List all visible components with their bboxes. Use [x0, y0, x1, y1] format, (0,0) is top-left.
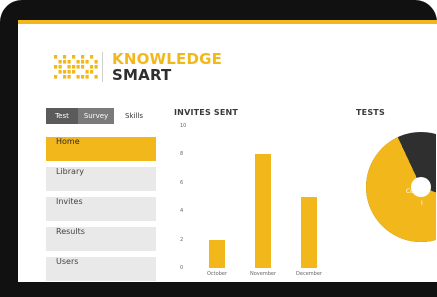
pie-label-2: I: [421, 200, 423, 207]
nav-item-users[interactable]: Users: [46, 257, 156, 281]
logo-square: [54, 55, 58, 59]
logo-square: [63, 60, 67, 64]
logo-square: [58, 60, 62, 64]
logo-square: [94, 65, 98, 69]
logo-square: [94, 75, 98, 79]
logo-square: [85, 70, 89, 74]
tests-title: TESTS: [356, 108, 385, 117]
nav-item-invites[interactable]: Invites: [46, 197, 156, 221]
y-tick-label: 10: [180, 123, 187, 129]
x-tick-label: October: [206, 271, 227, 277]
pie-label-1: Comp: [406, 188, 424, 195]
segment-test[interactable]: Test: [46, 108, 78, 124]
bar-november: [255, 154, 271, 268]
logo-square: [81, 55, 85, 59]
device-frame: KNOWLEDGE SMART Test Survey Skills Home …: [0, 0, 437, 297]
logo-square: [72, 55, 76, 59]
bar-december: [301, 197, 317, 268]
y-tick-label: 0: [180, 265, 184, 271]
logo-icon: [54, 55, 98, 79]
y-tick-label: 2: [180, 236, 184, 243]
brand-name-line2: SMART: [112, 66, 172, 84]
logo-square: [85, 75, 89, 79]
y-tick-label: 6: [180, 179, 184, 186]
tests-pie-chart: [366, 132, 436, 282]
logo-square: [81, 75, 85, 79]
logo-square: [81, 60, 85, 64]
logo-square: [90, 65, 94, 69]
logo-square: [67, 65, 71, 69]
logo-square: [72, 65, 76, 69]
header: KNOWLEDGE SMART: [18, 24, 437, 106]
logo-square: [76, 75, 80, 79]
logo-square: [63, 55, 67, 59]
mode-segmented-control: Test Survey Skills: [46, 108, 154, 124]
bar-october: [209, 239, 225, 268]
y-tick-label: 8: [180, 151, 184, 158]
logo-square: [81, 65, 85, 69]
segment-skills[interactable]: Skills: [114, 108, 154, 124]
x-tick-label: December: [296, 271, 322, 277]
logo-square: [54, 65, 58, 69]
logo-square: [72, 70, 76, 74]
logo-divider: [102, 52, 103, 82]
logo-square: [67, 75, 71, 79]
logo-square: [90, 70, 94, 74]
x-tick-label: November: [249, 271, 276, 277]
logo-square: [63, 70, 67, 74]
segment-survey[interactable]: Survey: [78, 108, 114, 124]
logo-square: [67, 60, 71, 64]
invites-sent-title: INVITES SENT: [174, 108, 239, 117]
logo-square: [76, 60, 80, 64]
logo-square: [58, 70, 62, 74]
logo-square: [94, 60, 98, 64]
logo-square: [63, 75, 67, 79]
y-tick-label: 4: [180, 208, 184, 215]
nav-item-results[interactable]: Results: [46, 227, 156, 251]
logo-square: [54, 75, 58, 79]
logo-square: [76, 65, 80, 69]
logo-square: [58, 65, 62, 69]
logo-square: [85, 60, 89, 64]
nav-item-home[interactable]: Home: [46, 137, 156, 161]
logo-square: [67, 70, 71, 74]
nav-item-library[interactable]: Library: [46, 167, 156, 191]
app-screen: KNOWLEDGE SMART Test Survey Skills Home …: [18, 20, 437, 282]
logo-square: [90, 55, 94, 59]
